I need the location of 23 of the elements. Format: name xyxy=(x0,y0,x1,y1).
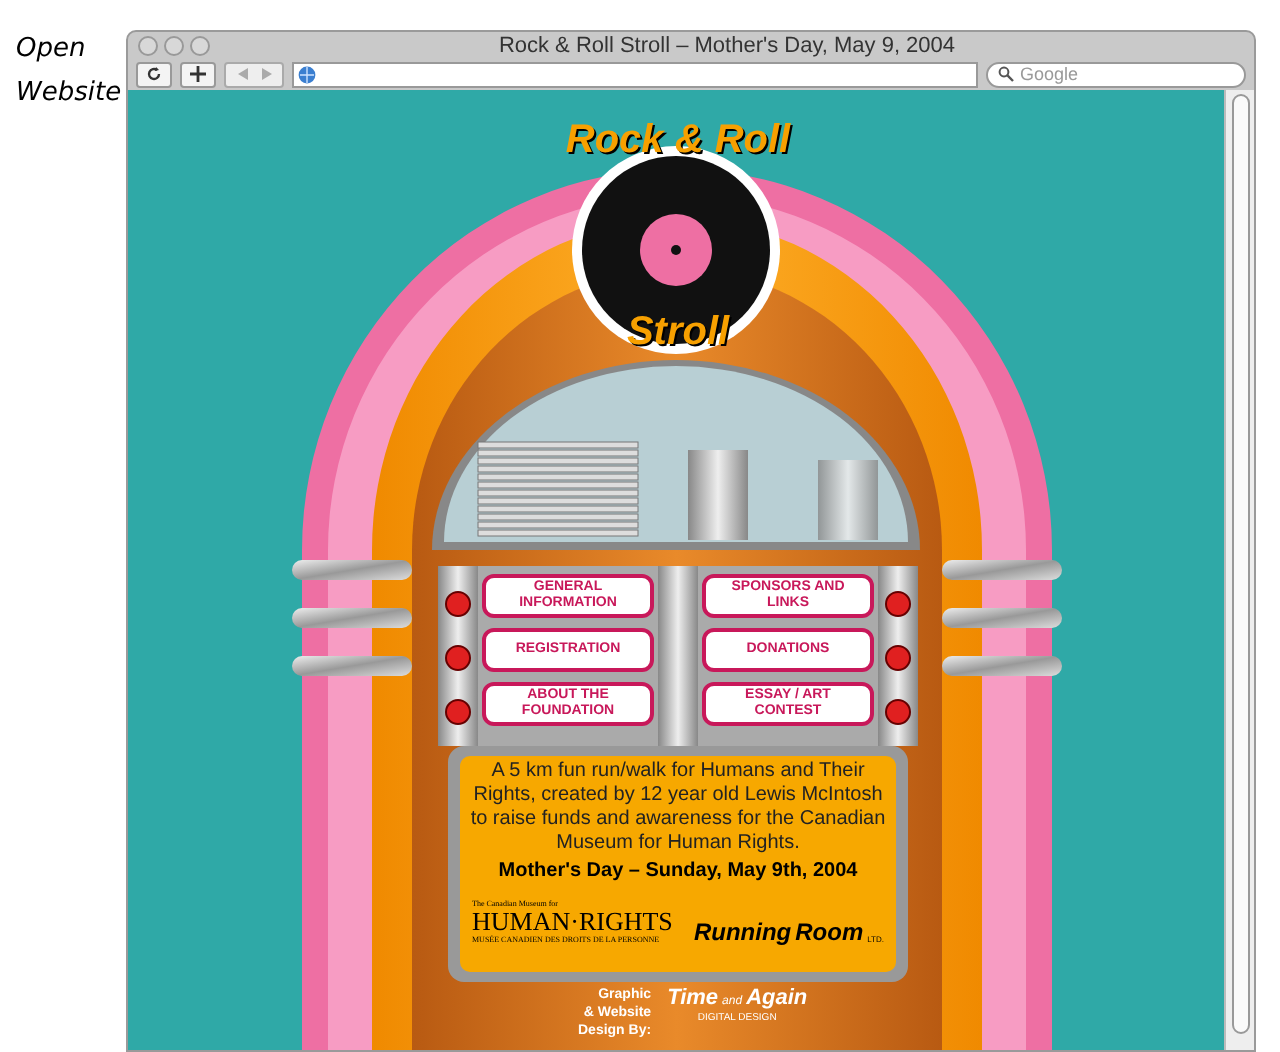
logo-text: HUMAN·RIGHTS xyxy=(472,908,673,934)
reload-button[interactable] xyxy=(136,61,172,87)
globe-icon xyxy=(298,65,316,83)
window-title: Rock & Roll Stroll – Mother's Day, May 9, 2004 xyxy=(496,32,958,60)
logo-text: Again xyxy=(746,986,808,1010)
note-text: Open xyxy=(16,32,88,68)
scrollbar[interactable] xyxy=(1224,90,1254,1050)
reload-icon xyxy=(146,66,162,82)
search-placeholder: Google xyxy=(1020,64,1079,84)
plus-icon xyxy=(190,66,206,82)
back-icon xyxy=(237,68,249,80)
logo-text: Time xyxy=(667,986,719,1010)
add-bookmark-button[interactable] xyxy=(180,61,216,87)
date-text: Mother's Day – Sunday, May 9th, 2004 xyxy=(498,858,858,886)
logo-text: Room xyxy=(795,920,864,944)
description-text: A 5 km fun run/walk for Humans and Their Rights, created by 12 year old Lewis McIntosh to raise funds and awareness for the Canadian Museum for Human Rights. xyxy=(468,760,888,856)
search-field[interactable]: Google xyxy=(986,61,1246,87)
forward-icon xyxy=(259,68,271,80)
address-field[interactable] xyxy=(292,61,978,87)
note-text: Website xyxy=(16,76,124,112)
search-icon xyxy=(998,66,1014,82)
logo-text: Running xyxy=(693,920,792,944)
scroll-thumb[interactable] xyxy=(1231,94,1250,1034)
